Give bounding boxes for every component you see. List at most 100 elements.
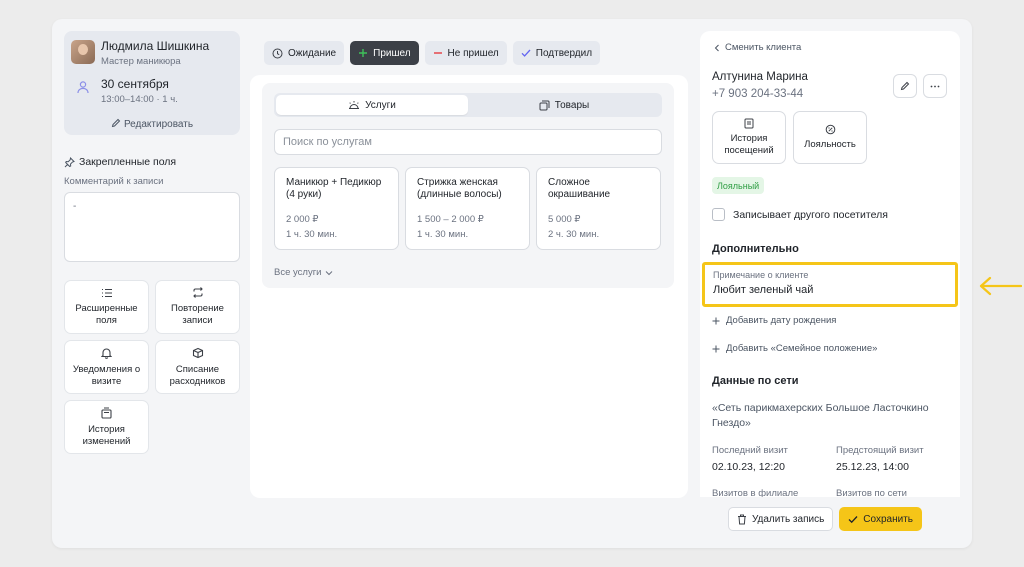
service-price: 1 500 – 2 000 ₽ xyxy=(417,214,484,225)
visit-history-button[interactable]: История посещений xyxy=(712,111,786,164)
master-role: Мастер маникюра xyxy=(101,56,181,67)
tools-grid: Расширенные поля Повторение записи Уведо… xyxy=(64,280,240,454)
repeat-icon xyxy=(192,287,203,298)
appointment-window: Людмила Шишкина Мастер маникюра 30 сентя… xyxy=(52,19,972,548)
pinned-fields-title: Закрепленные поля xyxy=(64,156,240,168)
plus-icon xyxy=(712,345,720,352)
service-name: Сложное окрашивание xyxy=(548,177,611,200)
document-icon xyxy=(744,118,754,129)
status-label: Подтвердил xyxy=(535,47,593,59)
delete-appointment-button[interactable]: Удалить запись xyxy=(727,507,834,531)
loyalty-icon xyxy=(825,124,835,135)
comment-label: Комментарий к записи xyxy=(64,176,164,187)
service-price: 2 000 ₽ xyxy=(286,214,319,225)
service-duration: 2 ч. 30 мин. xyxy=(548,229,600,240)
pinned-title-text: Закрепленные поля xyxy=(79,156,177,168)
save-label: Сохранить xyxy=(863,513,913,525)
tile-label: Списание расходников xyxy=(169,363,226,387)
client-note-field[interactable]: Примечание о клиенте Любит зеленый чай xyxy=(702,262,958,307)
add-birthday-label: Добавить дату рождения xyxy=(726,315,837,326)
extended-fields-button[interactable]: Расширенные поля xyxy=(64,280,149,334)
service-duration: 1 ч. 30 мин. xyxy=(286,229,338,240)
status-bar: Ожидание Пришел Не пришел Подтвердил xyxy=(264,41,601,65)
status-waiting-button[interactable]: Ожидание xyxy=(264,41,345,65)
client-note-value: Любит зеленый чай xyxy=(713,284,814,296)
add-birthday-button[interactable]: Добавить дату рождения xyxy=(712,315,836,326)
footer-actions: Удалить запись Сохранить xyxy=(727,507,922,531)
delete-label: Удалить запись xyxy=(751,513,825,525)
tab-services-label: Услуги xyxy=(365,99,396,111)
next-visit-value: 25.12.23, 14:00 xyxy=(836,461,909,473)
service-duration: 1 ч. 30 мин. xyxy=(417,229,469,240)
add-family-label: Добавить «Семейное положение» xyxy=(726,343,878,354)
service-name: Стрижка женская (длинные волосы) xyxy=(417,177,502,200)
other-visitor-label: Записывает другого посетителя xyxy=(733,208,888,221)
extra-section-title: Дополнительно xyxy=(712,243,799,255)
chevron-down-icon xyxy=(326,270,333,275)
trash-icon xyxy=(737,514,746,524)
consumables-writeoff-button[interactable]: Списание расходников xyxy=(155,340,240,394)
client-panel: Сменить клиента Алтунина Марина +7 903 2… xyxy=(700,31,960,497)
status-label: Ожидание xyxy=(288,47,337,59)
service-name: Маникюр + Педикюр (4 руки) xyxy=(286,177,382,200)
client-phone: +7 903 204-33-44 xyxy=(712,88,804,100)
loyalty-button[interactable]: Лояльность xyxy=(793,111,867,164)
pin-icon xyxy=(64,156,75,167)
plus-icon xyxy=(712,317,720,324)
master-card: Людмила Шишкина Мастер маникюра 30 сентя… xyxy=(64,31,240,135)
avatar xyxy=(71,40,95,64)
clock-icon xyxy=(272,48,283,58)
services-tabs: Услуги Товары xyxy=(274,93,662,117)
more-options-button[interactable] xyxy=(923,74,947,98)
other-visitor-checkbox[interactable] xyxy=(712,208,725,221)
tab-products[interactable]: Товары xyxy=(468,95,660,115)
service-search-input[interactable]: Поиск по услугам xyxy=(274,129,662,155)
list-icon xyxy=(101,288,112,297)
service-card[interactable]: Сложное окрашивание 5 000 ₽ 2 ч. 30 мин. xyxy=(536,167,661,250)
comment-field[interactable]: - xyxy=(64,192,240,262)
search-placeholder: Поиск по услугам xyxy=(283,136,372,148)
visit-history-label: История посещений xyxy=(724,133,774,156)
pencil-icon xyxy=(900,81,910,91)
change-client-link[interactable]: Сменить клиента xyxy=(714,42,801,53)
appointment-time: 13:00–14:00 · 1 ч. xyxy=(101,94,178,105)
status-label: Не пришел xyxy=(447,47,499,59)
loyalty-badge: Лояльный xyxy=(712,177,765,194)
repeat-appointment-button[interactable]: Повторение записи xyxy=(155,280,240,334)
arrow-left-icon xyxy=(979,276,1022,296)
service-card[interactable]: Маникюр + Педикюр (4 руки) 2 000 ₽ 1 ч. … xyxy=(274,167,399,250)
next-visit-label: Предстоящий визит xyxy=(836,445,924,456)
chevron-left-icon xyxy=(714,44,719,51)
other-visitor-row[interactable]: Записывает другого посетителя xyxy=(712,208,888,221)
save-button[interactable]: Сохранить xyxy=(839,507,922,531)
services-panel: Услуги Товары Поиск по услугам Маникюр +… xyxy=(250,75,688,498)
edit-button[interactable]: Редактировать xyxy=(64,118,240,130)
status-label: Пришел xyxy=(373,47,411,59)
network-visits-label: Визитов по сети xyxy=(836,488,907,497)
change-history-button[interactable]: История изменений xyxy=(64,400,149,454)
comment-value: - xyxy=(73,201,77,212)
service-card[interactable]: Стрижка женская (длинные волосы) 1 500 –… xyxy=(405,167,530,250)
tile-label: Уведомления о визите xyxy=(72,363,141,387)
status-confirmed-button[interactable]: Подтвердил xyxy=(512,41,601,65)
pencil-icon xyxy=(111,118,121,128)
visit-notifications-button[interactable]: Уведомления о визите xyxy=(64,340,149,394)
branch-visits-label: Визитов в филиале xyxy=(712,488,799,497)
client-name: Алтунина Марина xyxy=(712,71,808,83)
edit-label: Редактировать xyxy=(123,119,194,130)
all-services-label: Все услуги xyxy=(274,267,322,278)
status-arrived-button[interactable]: Пришел xyxy=(350,41,419,65)
more-icon xyxy=(930,85,940,87)
add-family-status-button[interactable]: Добавить «Семейное положение» xyxy=(712,343,877,354)
minus-icon xyxy=(433,52,442,54)
all-services-toggle[interactable]: Все услуги xyxy=(274,267,333,278)
edit-client-button[interactable] xyxy=(893,74,917,98)
status-no-show-button[interactable]: Не пришел xyxy=(424,41,507,65)
network-section-title: Данные по сети xyxy=(712,375,799,387)
plus-icon xyxy=(359,49,368,57)
tile-label: История изменений xyxy=(82,423,131,447)
last-visit-label: Последний визит xyxy=(712,445,788,456)
service-cards: Маникюр + Педикюр (4 руки) 2 000 ₽ 1 ч. … xyxy=(274,167,661,250)
tab-services[interactable]: Услуги xyxy=(276,95,468,115)
network-name: «Сеть парикмахерских Большое Ласточкино … xyxy=(712,402,929,429)
